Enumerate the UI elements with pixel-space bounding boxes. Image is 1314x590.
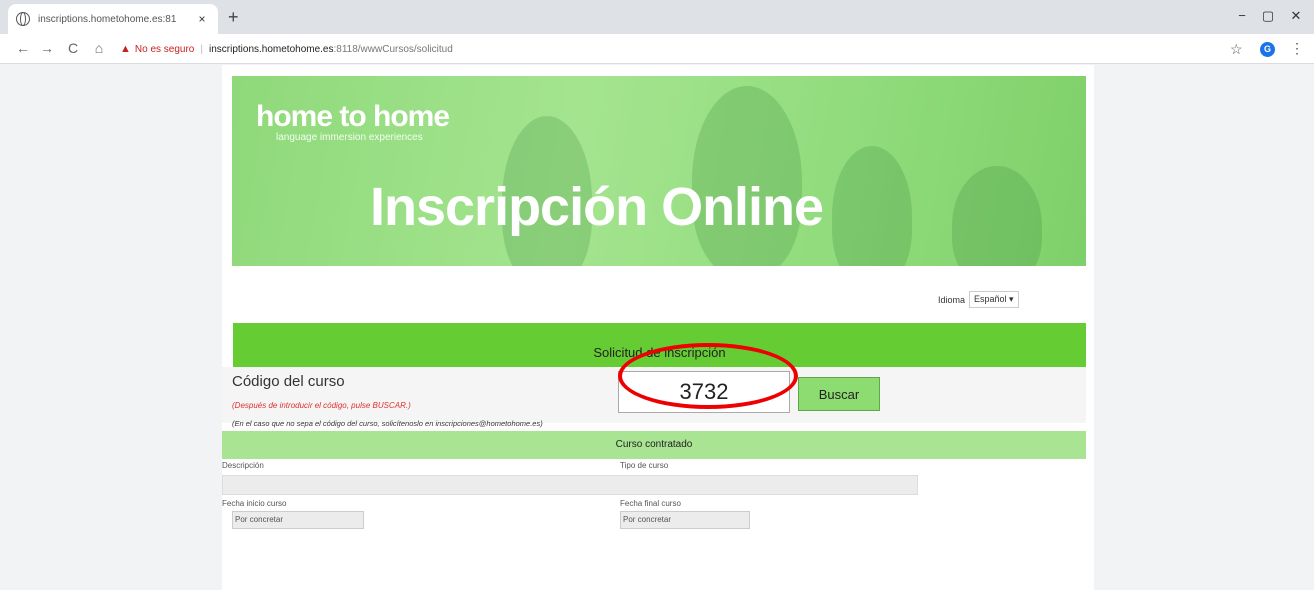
start-date-field[interactable]: Por concretar [232, 511, 364, 529]
warning-icon: ▲ [120, 43, 131, 55]
home-button[interactable]: ⌂ [90, 40, 108, 56]
banner-figure [952, 166, 1042, 266]
logo: home to home language immersion experien… [256, 100, 450, 143]
language-label: Idioma [938, 294, 966, 305]
url-host: inscriptions.hometohome.es [208, 43, 334, 55]
close-window-button[interactable]: ✕ [1286, 8, 1306, 24]
page-content: home to home language immersion experien… [222, 65, 1094, 590]
browser-toolbar: ← → C ⌂ ▲ No es seguro | inscriptions.ho… [0, 34, 1314, 64]
course-code-note: (En el caso que no sepa el código del cu… [232, 419, 543, 428]
header-banner: home to home language immersion experien… [232, 76, 1086, 266]
end-date-field[interactable]: Por concretar [620, 511, 750, 529]
annotation-circle [618, 343, 798, 409]
course-code-hint: (Después de introducir el código, pulse … [232, 401, 411, 410]
browser-tab[interactable]: inscriptions.hometohome.es:81 × [8, 4, 218, 34]
forward-button[interactable]: → [38, 40, 56, 56]
url-separator: | [200, 43, 203, 55]
url-path: :8118/wwwCursos/solicitud [333, 43, 453, 55]
description-label: Descripción [222, 461, 264, 470]
language-dropdown[interactable]: Español ▾ [969, 291, 1019, 308]
minimize-button[interactable]: − [1232, 8, 1252, 23]
maximize-button[interactable]: ▢ [1258, 8, 1278, 24]
end-date-label: Fecha final curso [620, 499, 681, 508]
start-date-label: Fecha inicio curso [222, 499, 287, 508]
course-type-label: Tipo de curso [620, 461, 669, 470]
back-button[interactable]: ← [14, 40, 32, 56]
new-tab-button[interactable]: + [228, 7, 239, 28]
banner-figure [832, 146, 912, 266]
contracted-course-title: Curso contratado [615, 439, 693, 450]
reload-button[interactable]: C [64, 40, 82, 56]
banner-title: Inscripción Online [370, 177, 824, 237]
browser-tab-bar: inscriptions.hometohome.es:81 × + − ▢ ✕ [0, 0, 1314, 34]
globe-icon [16, 12, 30, 26]
profile-avatar[interactable]: G [1260, 42, 1275, 57]
close-tab-icon[interactable]: × [194, 12, 210, 26]
tab-title: inscriptions.hometohome.es:81 [38, 13, 177, 25]
logo-main-text: home to home [256, 100, 450, 133]
not-secure-label: No es seguro [134, 43, 195, 55]
bookmark-star-icon[interactable]: ☆ [1230, 41, 1243, 58]
language-selector: Idioma Español ▾ [938, 291, 1019, 308]
search-button[interactable]: Buscar [798, 377, 880, 411]
course-code-label: Código del curso [232, 373, 345, 390]
menu-kebab-icon[interactable]: ⋮ [1290, 40, 1304, 57]
description-field[interactable] [222, 475, 918, 495]
address-bar[interactable]: ▲ No es seguro | inscriptions.hometohome… [120, 38, 1220, 60]
contracted-course-header: Curso contratado [222, 431, 1086, 459]
